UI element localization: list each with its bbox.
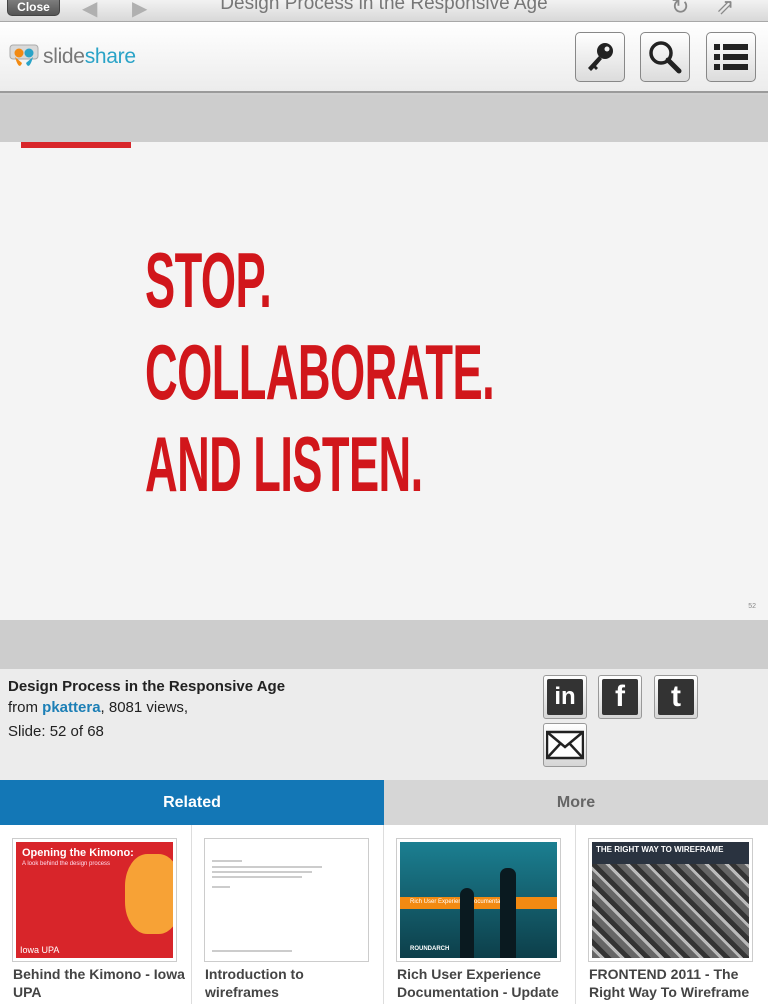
related-title[interactable]: Behind the Kimono - Iowa UPA xyxy=(13,965,188,1001)
slide-counter: Slide: 52 of 68 xyxy=(8,723,104,740)
related-thumbnail[interactable]: Opening the Kimono: A look behind the de… xyxy=(12,838,177,962)
thumb-brand: ROUNDARCH xyxy=(410,946,450,952)
login-button[interactable] xyxy=(575,32,625,82)
share-out-icon[interactable]: ⇗ xyxy=(716,0,734,20)
slide-viewer[interactable]: STOP. COLLABORATE. AND LISTEN. 52 xyxy=(0,95,768,669)
slide-accent-bar xyxy=(21,142,131,148)
browser-toolbar: Close ◀ ▶ Design Process in the Responsi… xyxy=(0,0,768,22)
key-icon xyxy=(588,43,613,71)
linkedin-icon: in xyxy=(547,679,583,715)
search-icon xyxy=(649,41,682,74)
thumb-title: THE RIGHT WAY TO WIREFRAME xyxy=(596,845,724,854)
share-email-button[interactable] xyxy=(543,723,587,767)
slide-canvas[interactable]: STOP. COLLABORATE. AND LISTEN. 52 xyxy=(0,142,768,620)
related-tabs: Related More xyxy=(0,780,768,825)
slide-line: STOP. xyxy=(145,236,272,324)
related-item[interactable]: THE RIGHT WAY TO WIREFRAME FRONTEND 2011… xyxy=(576,825,768,1004)
reload-icon[interactable]: ↻ xyxy=(671,0,689,20)
thumb-text-line xyxy=(212,876,302,878)
list-menu-icon xyxy=(714,44,748,70)
slide-headline: STOP. COLLABORATE. AND LISTEN. xyxy=(145,234,495,510)
related-item[interactable]: Rich User Experience Documentation ROUND… xyxy=(384,825,576,1004)
thumb-subtitle: A look behind the design process xyxy=(22,861,111,867)
slide-page-number: 52 xyxy=(748,603,756,610)
author-link[interactable]: pkattera xyxy=(42,699,100,716)
thumb-text-line xyxy=(212,871,312,873)
thumb-graphic xyxy=(125,854,173,934)
slideshare-logo[interactable]: slideshare xyxy=(8,41,136,73)
thumb-text-line xyxy=(212,950,292,952)
view-count: , 8081 views, xyxy=(100,699,189,716)
menu-button[interactable] xyxy=(706,32,756,82)
related-thumbnail[interactable]: Rich User Experience Documentation ROUND… xyxy=(396,838,561,962)
tab-more[interactable]: More xyxy=(384,780,768,825)
twitter-icon: t xyxy=(658,679,694,715)
related-list: Opening the Kimono: A look behind the de… xyxy=(0,825,768,1004)
slide-line: COLLABORATE. xyxy=(145,328,495,416)
share-linkedin-button[interactable]: in xyxy=(543,675,587,719)
slide-line: AND LISTEN. xyxy=(145,420,423,508)
related-title[interactable]: Rich User Experience Documentation - Upd… xyxy=(397,965,572,1001)
thumb-band: Rich User Experience Documentation xyxy=(400,897,557,909)
related-item[interactable]: Introduction to wireframes xyxy=(192,825,384,1004)
thumb-text-line xyxy=(212,866,322,868)
thumb-text-line xyxy=(212,860,242,862)
share-facebook-button[interactable]: f xyxy=(598,675,642,719)
thumb-footer: Iowa UPA xyxy=(20,945,60,955)
thumb-figure xyxy=(460,888,474,958)
related-thumbnail[interactable]: THE RIGHT WAY TO WIREFRAME xyxy=(588,838,753,962)
thumb-figure xyxy=(500,868,516,958)
related-thumbnail[interactable] xyxy=(204,838,369,962)
browser-title: Design Process in the Responsive Age xyxy=(220,0,548,14)
presentation-info: Design Process in the Responsive Age fro… xyxy=(0,669,768,780)
share-twitter-button[interactable]: t xyxy=(654,675,698,719)
presentation-title: Design Process in the Responsive Age xyxy=(8,678,286,695)
presentation-author-line: from pkattera, 8081 views, xyxy=(8,699,188,716)
logo-text: slideshare xyxy=(43,45,136,68)
search-button[interactable] xyxy=(640,32,690,82)
related-title[interactable]: FRONTEND 2011 - The Right Way To Wirefra… xyxy=(589,965,764,1001)
facebook-icon: f xyxy=(602,679,638,715)
tab-related[interactable]: Related xyxy=(0,780,384,825)
slideshare-logo-icon xyxy=(9,44,39,66)
app-header: slideshare xyxy=(0,22,768,93)
related-item[interactable]: Opening the Kimono: A look behind the de… xyxy=(0,825,192,1004)
thumb-text-line xyxy=(212,886,230,888)
related-title[interactable]: Introduction to wireframes xyxy=(205,965,380,1001)
thumb-graphic xyxy=(592,864,749,958)
mail-icon xyxy=(546,730,584,760)
thumb-title: Opening the Kimono: xyxy=(22,847,134,859)
from-label: from xyxy=(8,699,38,716)
